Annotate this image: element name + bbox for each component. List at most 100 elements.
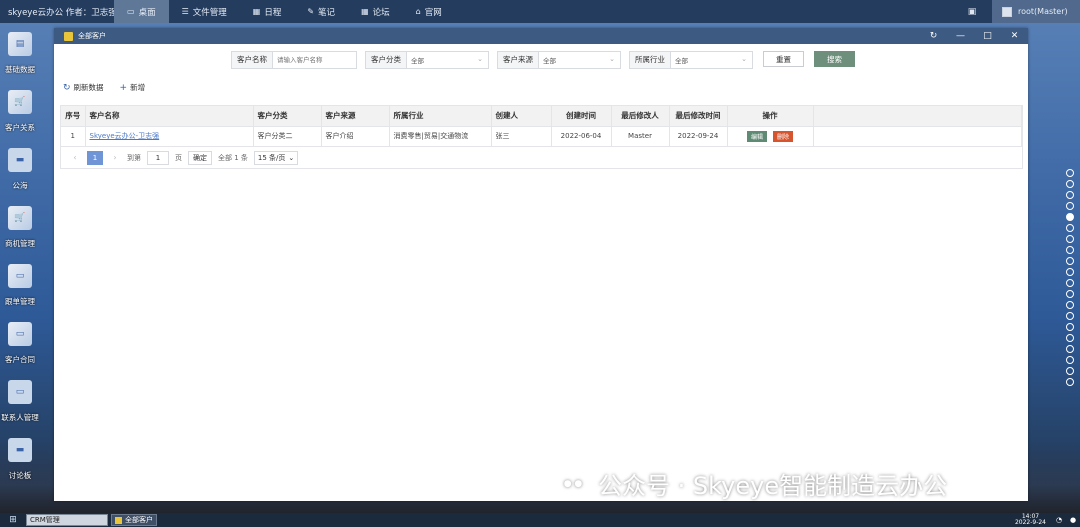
avatar [1002,6,1012,17]
cell-name: Skyeye云办公-卫志强 [85,125,254,146]
customer-name-input[interactable] [273,56,356,64]
window-app-icon [64,31,73,41]
nav-forum[interactable]: ▦ 论坛 [348,0,403,23]
cell-industry: 消费零售|贸易|交通物流 [389,125,492,146]
delete-button[interactable]: 删除 [773,130,794,142]
cell-empty [813,125,1022,146]
add-button[interactable]: + 新增 [120,82,146,93]
goto-confirm-button[interactable]: 确定 [188,150,212,165]
close-icon[interactable]: ✕ [1001,31,1028,41]
desktop-item-contracts[interactable]: ▭ 客户合同 [0,320,40,378]
window-switch-icon[interactable]: ▣ [952,7,992,17]
desktop-item-follow-up[interactable]: ▭ 跟单管理 [0,262,40,320]
industry-select[interactable]: 全部 ⌄ [671,55,752,65]
windows-start-icon[interactable]: ⊞ [0,515,26,525]
page-dot[interactable] [1066,323,1074,331]
page-dot[interactable] [1066,235,1074,243]
cell-modified: 2022-09-24 [669,125,728,146]
page-dot[interactable] [1066,268,1074,276]
nav-files[interactable]: ☰ 文件管理 [169,0,240,23]
desktop-label: 商机管理 [5,239,35,248]
refresh-icon: ↻ [63,82,71,93]
cart-icon: 🛒 [8,206,32,230]
next-page-icon[interactable]: › [109,153,121,162]
filter-label: 客户名称 [232,52,273,68]
page-current[interactable]: 1 [87,150,103,165]
nav-label: 笔记 [318,7,336,18]
desktop-item-customer-relations[interactable]: 🛒 客户关系 [0,88,40,146]
page-input[interactable]: 1 [147,150,169,165]
col-header: 所属行业 [389,106,492,126]
page-dot-active[interactable] [1066,213,1074,221]
filter-source: 客户来源 全部 ⌄ [497,51,621,69]
col-header: 客户名称 [85,106,254,126]
taskbar: ⊞ CRM管理 全部客户 14:07 2022-9-24 ◔ ● [0,513,1080,527]
category-select[interactable]: 全部 ⌄ [407,55,488,65]
page-dot[interactable] [1066,378,1074,386]
nav-schedule[interactable]: ▦ 日程 [240,0,295,23]
page-dot[interactable] [1066,345,1074,353]
refresh-icon[interactable]: ↻ [920,31,947,41]
desktop-item-opportunities[interactable]: 🛒 商机管理 [0,204,40,262]
cell-actions: 编辑 删除 [727,125,814,146]
nav-desktop[interactable]: ▭ 桌面 [114,0,169,23]
total-count: 全部 1 条 [218,153,248,162]
window-app-icon [115,516,122,524]
chevron-down-icon: ⌄ [477,55,483,63]
page-dot[interactable] [1066,334,1074,342]
page-dot[interactable] [1066,191,1074,199]
home-icon: ⌂ [415,7,421,16]
desktop-item-public-pool[interactable]: ▬ 公海 [0,146,40,204]
col-header-empty [813,106,1022,126]
filter-label: 客户分类 [366,52,407,68]
page-dot[interactable] [1066,356,1074,364]
col-header: 最后修改人 [611,106,670,126]
page-dots [1066,169,1074,386]
table-header-row: 序号 客户名称 客户分类 客户来源 所属行业 创建人 创建时间 最后修改人 最后… [61,106,1022,126]
plus-icon: + [119,82,128,93]
desktop-label: 公海 [12,181,28,190]
page-dot[interactable] [1066,367,1074,375]
page-dot[interactable] [1066,301,1074,309]
reset-button[interactable]: 重置 [763,51,804,67]
nav-label: 桌面 [138,7,156,18]
page-unit: 页 [175,153,182,162]
minimize-icon[interactable]: — [947,31,974,41]
desktop-label: 基础数据 [5,65,35,74]
nav-label: 文件管理 [192,7,227,18]
refresh-data-button[interactable]: ↻ 刷新数据 [63,82,104,93]
taskbar-item-all-customers[interactable]: 全部客户 [111,514,157,526]
desktop-item-basic-data[interactable]: ▤ 基础数据 [0,30,40,88]
page-dot[interactable] [1066,202,1074,210]
maximize-icon[interactable]: □ [974,31,1001,41]
prev-page-icon[interactable]: ‹ [69,153,81,162]
cell-index: 1 [61,125,86,146]
desktop-item-contacts[interactable]: ▭ 联系人管理 [0,378,40,436]
page-dot[interactable] [1066,290,1074,298]
desktop-item-discussion[interactable]: ▬ 讨论板 [0,436,40,494]
page-dot[interactable] [1066,169,1074,177]
nav-notes[interactable]: ✎ 笔记 [294,0,348,23]
page-dot[interactable] [1066,257,1074,265]
page-dot[interactable] [1066,224,1074,232]
chat-icon[interactable]: ◔ [1052,516,1066,524]
task-label: 全部客户 [125,516,153,524]
top-right: ▣ root(Master) [952,0,1080,23]
cell-modifier: Master [611,125,670,146]
source-select[interactable]: 全部 ⌄ [539,55,620,65]
clock: 14:07 2022-9-24 [1015,514,1046,526]
page-dot[interactable] [1066,180,1074,188]
page-dot[interactable] [1066,279,1074,287]
page-size-select[interactable]: 15 条/页 ⌄ [253,150,299,165]
customer-name-link[interactable]: Skyeye云办公-卫志强 [90,132,160,140]
nav-website[interactable]: ⌂ 官网 [403,0,455,23]
edit-button[interactable]: 编辑 [746,130,767,142]
notification-icon[interactable]: ● [1066,516,1080,524]
page-dot[interactable] [1066,246,1074,254]
filter-label: 客户来源 [498,52,539,68]
user-menu[interactable]: root(Master) [992,0,1080,23]
page-dot[interactable] [1066,312,1074,320]
taskbar-item-crm[interactable]: CRM管理 [26,514,108,526]
search-button[interactable]: 搜索 [814,51,855,67]
window-controls: ↻ — □ ✕ [920,31,1028,41]
